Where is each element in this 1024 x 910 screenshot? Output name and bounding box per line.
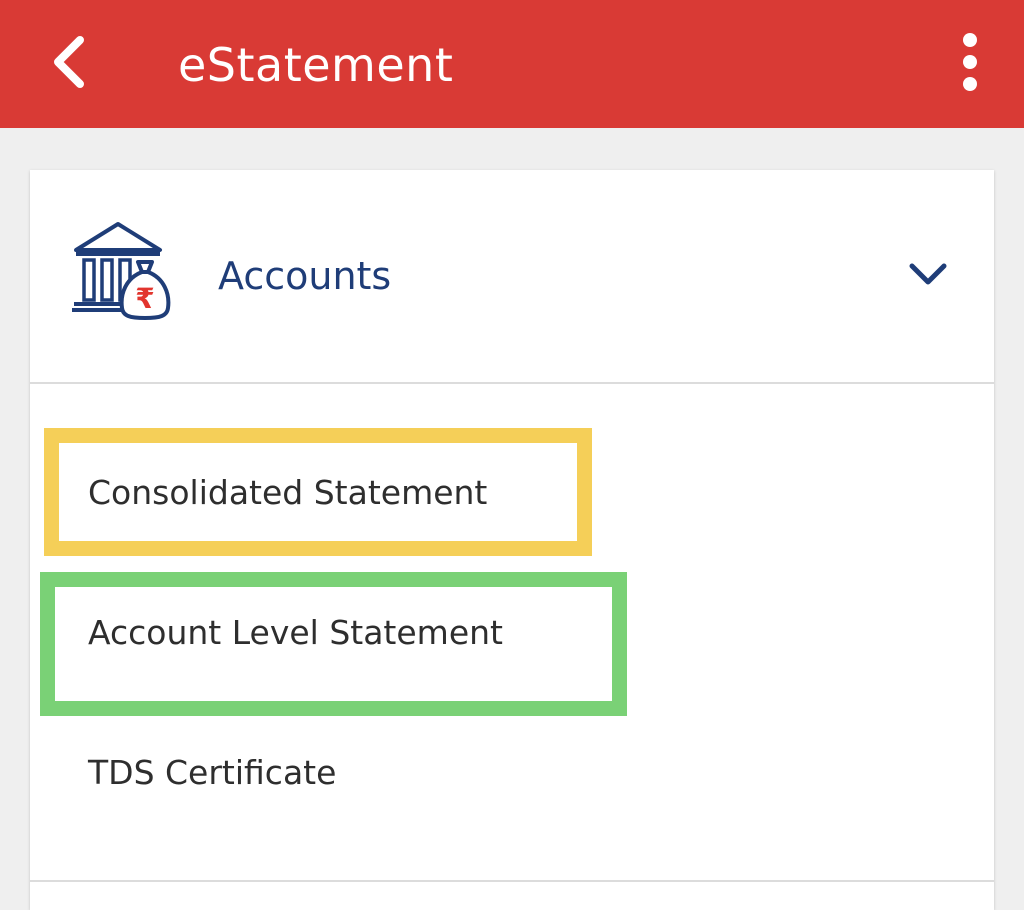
bank-rupee-icon: ₹ [72,222,171,320]
chevron-down-icon[interactable] [906,256,950,292]
menu-item-tds-certificate[interactable]: TDS Certificate [30,708,994,838]
menu-item-label: TDS Certificate [88,753,337,792]
statement-card: ₹ Accounts Consolidated Statement Accoun… [30,170,994,910]
page-title: eStatement [178,38,454,92]
more-vertical-icon [963,33,977,91]
app-bar: eStatement [0,0,1024,128]
section-divider [30,382,994,384]
card-bottom-divider [30,880,994,882]
arrow-left-icon [54,36,84,88]
accounts-section-header[interactable]: ₹ Accounts [30,170,994,382]
more-options-button[interactable] [940,22,1000,102]
svg-text:₹: ₹ [135,282,154,315]
section-title-accounts: Accounts [218,254,392,298]
highlight-box-consolidated [44,428,592,556]
highlight-box-account-level [40,572,627,716]
back-button[interactable] [30,22,110,102]
